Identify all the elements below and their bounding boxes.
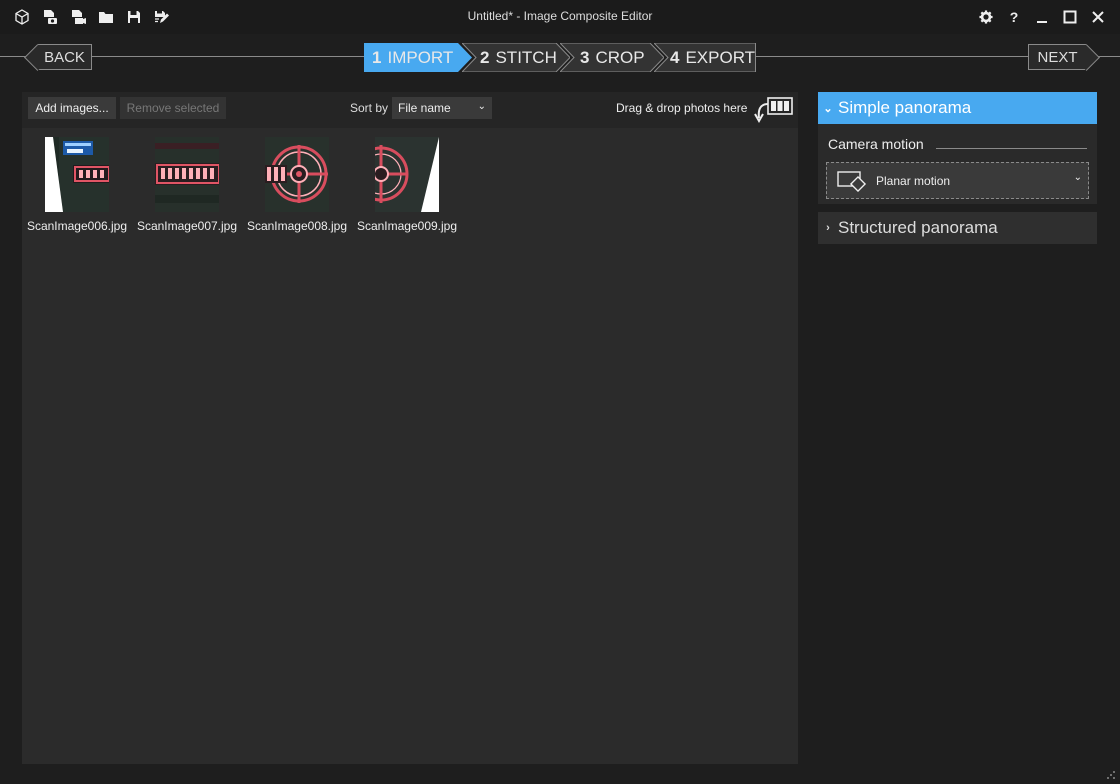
sort-by-select[interactable]: File name ⌄ [392, 97, 492, 119]
thumbnail-image [155, 137, 219, 212]
thumbnail-image [375, 137, 439, 212]
divider [936, 148, 1087, 149]
camera-motion-label: Camera motion [828, 136, 924, 152]
help-button[interactable]: ? [1002, 6, 1026, 28]
divider [92, 56, 364, 57]
back-button-label: BACK [44, 48, 85, 66]
image-list-panel[interactable]: Add images... Remove selected Sort by Fi… [22, 92, 798, 764]
settings-icon[interactable] [974, 6, 998, 28]
step-label: CROP [595, 47, 645, 67]
step-number: 2 [480, 47, 490, 67]
thumbnail-filename: ScanImage008.jpg [246, 219, 348, 233]
step-label: EXPORT [685, 47, 756, 67]
sort-by-value: File name [398, 101, 451, 115]
back-button[interactable]: BACK [24, 44, 92, 71]
remove-selected-button[interactable]: Remove selected [120, 97, 226, 119]
simple-panorama-label: Simple panorama [838, 98, 972, 117]
camera-motion-select[interactable]: Planar motion ⌄ [826, 162, 1089, 199]
step-number: 4 [670, 47, 680, 67]
title-bar: Untitled* - Image Composite Editor ? [0, 0, 1120, 34]
chevron-right-icon: › [826, 222, 830, 234]
step-number: 1 [372, 47, 382, 67]
tab-import[interactable]: 1 IMPORT [364, 43, 472, 72]
chevron-down-icon: ⌄ [477, 101, 486, 112]
chevron-down-icon: ⌄ [1073, 172, 1082, 183]
thumbnail-filename: ScanImage007.jpg [136, 219, 238, 233]
step-navigation: BACK 1 IMPORT 2 STITCH 3 CROP 4 EXPORT N… [0, 40, 1120, 74]
resize-grip-icon[interactable] [1106, 770, 1116, 780]
sort-by-label: Sort by [350, 101, 389, 115]
chevron-down-icon: ⌄ [823, 102, 833, 115]
add-images-button[interactable]: Add images... [28, 97, 116, 119]
next-button[interactable]: NEXT [1028, 44, 1100, 71]
image-list-toolbar: Add images... Remove selected Sort by Fi… [22, 92, 798, 128]
drag-drop-hint: Drag & drop photos here [616, 101, 748, 115]
structured-panorama-label: Structured panorama [838, 218, 998, 237]
structured-panorama-header[interactable]: › Structured panorama [818, 212, 1097, 244]
window-title: Untitled* - Image Composite Editor [467, 9, 653, 23]
step-label: IMPORT [387, 47, 454, 67]
planar-motion-icon [837, 171, 867, 192]
next-button-label: NEXT [1037, 48, 1078, 66]
maximize-icon[interactable] [1058, 6, 1082, 28]
thumbnail-image [265, 137, 329, 212]
simple-panorama-body: Camera motion Planar motion ⌄ [818, 124, 1097, 204]
wizard-steps: 1 IMPORT 2 STITCH 3 CROP 4 EXPORT [364, 43, 756, 72]
thumbnail-filename: ScanImage009.jpg [356, 219, 458, 233]
minimize-icon[interactable] [1030, 6, 1054, 28]
tab-stitch[interactable]: 2 STITCH [462, 43, 570, 72]
drag-drop-photos-icon [754, 97, 793, 124]
thumbnail-image [45, 137, 109, 212]
camera-motion-value: Planar motion [876, 174, 951, 188]
step-label: STITCH [495, 47, 557, 67]
simple-panorama-header[interactable]: ⌄ Simple panorama [818, 92, 1097, 124]
close-icon[interactable] [1086, 6, 1110, 28]
tab-export[interactable]: 4 EXPORT [654, 43, 756, 72]
divider [756, 56, 1028, 57]
step-number: 3 [580, 47, 590, 67]
thumbnail-filename: ScanImage006.jpg [26, 219, 128, 233]
tab-crop[interactable]: 3 CROP [560, 43, 664, 72]
